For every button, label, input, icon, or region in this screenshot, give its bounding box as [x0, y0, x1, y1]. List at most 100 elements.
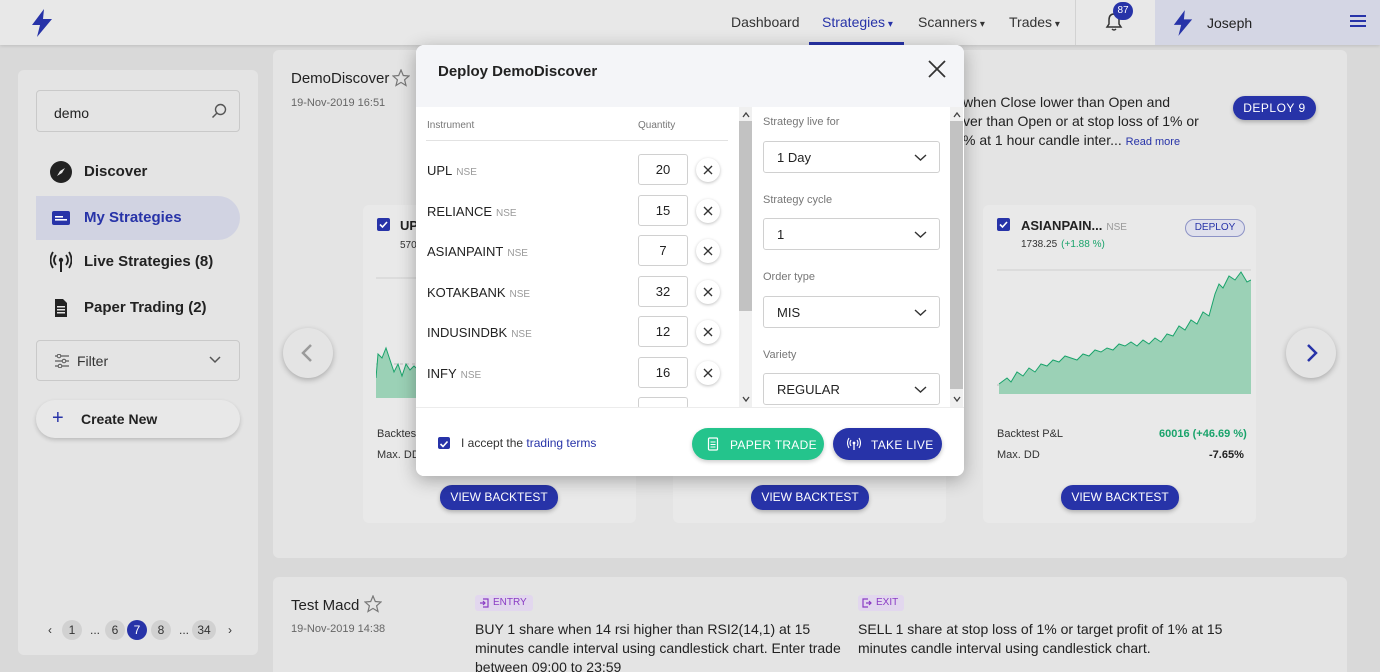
sidebar-item-live-strategies[interactable]: Live Strategies (8)	[36, 240, 240, 284]
instrument-price: 570	[400, 240, 417, 251]
quantity-input[interactable]: 20	[638, 154, 688, 185]
sidebar-item-discover[interactable]: Discover	[36, 150, 240, 194]
filter-label: Filter	[77, 353, 109, 369]
strategy-title: Test Macd	[291, 597, 360, 614]
star-icon[interactable]	[392, 69, 410, 87]
scroll-down-icon[interactable]	[953, 395, 961, 403]
strategy-cycle-select[interactable]: 1	[763, 218, 940, 250]
page-8[interactable]: 8	[151, 620, 171, 640]
remove-instrument-button[interactable]	[696, 361, 720, 385]
chevron-down-icon	[914, 386, 927, 393]
form-scrollbar[interactable]	[950, 107, 963, 407]
close-icon	[703, 246, 713, 256]
carousel-prev-button[interactable]	[283, 328, 333, 378]
close-icon[interactable]	[928, 60, 946, 78]
compass-icon	[50, 161, 72, 183]
entry-rule: BUY 1 share when 14 rsi higher than RSI2…	[475, 621, 841, 672]
user-avatar-icon	[1173, 10, 1193, 36]
close-icon	[703, 206, 713, 216]
view-backtest-button[interactable]: VIEW BACKTEST	[440, 485, 558, 510]
paper-trade-button[interactable]: PAPER TRADE	[692, 428, 824, 460]
page-ellipsis: ...	[89, 623, 100, 637]
create-new-label: Create New	[81, 411, 158, 427]
filter-dropdown[interactable]: Filter	[36, 340, 240, 381]
bolt-logo-icon[interactable]	[30, 9, 54, 37]
plus-icon: +	[52, 407, 64, 429]
accept-terms-checkbox[interactable]	[438, 437, 450, 449]
sidebar-item-my-strategies[interactable]: My Strategies	[36, 196, 240, 240]
view-backtest-button[interactable]: VIEW BACKTEST	[751, 485, 869, 510]
chevron-down-icon: ▾	[885, 19, 893, 30]
strategy-date: 19-Nov-2019 16:51	[291, 97, 386, 109]
nav-dashboard[interactable]: Dashboard	[731, 14, 800, 30]
quantity-input[interactable]: 32	[638, 276, 688, 307]
trading-terms-link[interactable]: trading terms	[526, 436, 596, 450]
instrument-checkbox[interactable]	[997, 218, 1010, 231]
page-6[interactable]: 6	[105, 620, 125, 640]
search-icon[interactable]	[211, 103, 227, 119]
scroll-up-icon[interactable]	[953, 111, 961, 119]
page-7-current[interactable]: 7	[127, 620, 147, 640]
user-name: Joseph	[1207, 15, 1253, 31]
strategy-description: when Close lower than Open and ver than …	[963, 94, 1199, 148]
order-type-select[interactable]: MIS	[763, 296, 940, 328]
chevron-right-icon[interactable]: ›	[220, 620, 240, 640]
take-live-button[interactable]: TAKE LIVE	[833, 428, 942, 460]
search-input[interactable]: demo	[36, 90, 240, 132]
nav-trades[interactable]: Trades ▾	[1009, 14, 1060, 30]
entry-tag: ENTRY	[475, 595, 533, 611]
read-more-link[interactable]: Read more	[1126, 136, 1180, 148]
nav-strategies[interactable]: Strategies ▾	[822, 14, 893, 30]
instrument-row-name: INFY NSE	[427, 366, 482, 381]
accept-terms-text: I accept the trading terms	[461, 436, 597, 450]
deploy-instrument-button[interactable]: DEPLOY	[1185, 219, 1245, 237]
create-new-button[interactable]: + Create New	[36, 400, 240, 438]
close-icon	[703, 165, 713, 175]
instrument-column-header: Instrument	[427, 120, 475, 131]
max-dd-value: -7.65%	[1209, 449, 1244, 461]
scroll-thumb[interactable]	[950, 121, 963, 389]
select-value: MIS	[777, 305, 801, 320]
top-navbar: Dashboard Strategies ▾ Scanners ▾ Trades…	[0, 0, 1380, 45]
deploy-button[interactable]: DEPLOY 9	[1233, 96, 1316, 120]
quantity-input[interactable]: 12	[638, 316, 688, 347]
select-value: REGULAR	[777, 382, 840, 397]
remove-instrument-button[interactable]	[696, 320, 720, 344]
quantity-input[interactable]: 16	[638, 357, 688, 388]
remove-instrument-button[interactable]	[696, 199, 720, 223]
instrument-checkbox[interactable]	[377, 218, 390, 231]
page-1[interactable]: 1	[62, 620, 82, 640]
chevron-right-icon	[1307, 344, 1318, 362]
instrument-list-scrollbar[interactable]	[739, 107, 752, 407]
chevron-left-icon[interactable]: ‹	[40, 620, 60, 640]
nav-scanners[interactable]: Scanners ▾	[918, 14, 985, 30]
instrument-row-name: RELIANCE NSE	[427, 204, 517, 219]
quantity-input[interactable]: 15	[638, 195, 688, 226]
sidebar-item-label: My Strategies	[84, 209, 182, 226]
page-34[interactable]: 34	[192, 620, 216, 640]
sidebar-item-label: Discover	[84, 163, 148, 180]
select-value: 1 Day	[777, 150, 811, 165]
scroll-down-icon[interactable]	[742, 395, 750, 403]
sidebar-item-paper-trading[interactable]: Paper Trading (2)	[36, 286, 240, 330]
remove-instrument-button[interactable]	[696, 239, 720, 263]
performance-chart	[376, 277, 416, 398]
variety-select[interactable]: REGULAR	[763, 373, 940, 405]
quantity-input[interactable]: 7	[638, 235, 688, 266]
scroll-up-icon[interactable]	[742, 111, 750, 119]
header-divider	[426, 140, 728, 141]
strategy-live-for-select[interactable]: 1 Day	[763, 141, 940, 173]
deploy-modal: Deploy DemoDiscover Instrument Quantity …	[416, 45, 964, 476]
remove-instrument-button[interactable]	[696, 280, 720, 304]
chevron-down-icon: ▾	[1052, 19, 1060, 30]
scroll-thumb[interactable]	[739, 121, 752, 311]
broadcast-icon	[847, 437, 861, 450]
carousel-next-button[interactable]	[1286, 328, 1336, 378]
instrument-row-name: INDUSINDBK NSE	[427, 325, 532, 340]
view-backtest-button[interactable]: VIEW BACKTEST	[1061, 485, 1179, 510]
hamburger-menu-icon[interactable]	[1350, 13, 1366, 29]
star-icon[interactable]	[364, 595, 382, 613]
max-dd-label: Max. DD	[997, 449, 1040, 461]
chevron-down-icon	[209, 356, 221, 364]
remove-instrument-button[interactable]	[696, 158, 720, 182]
